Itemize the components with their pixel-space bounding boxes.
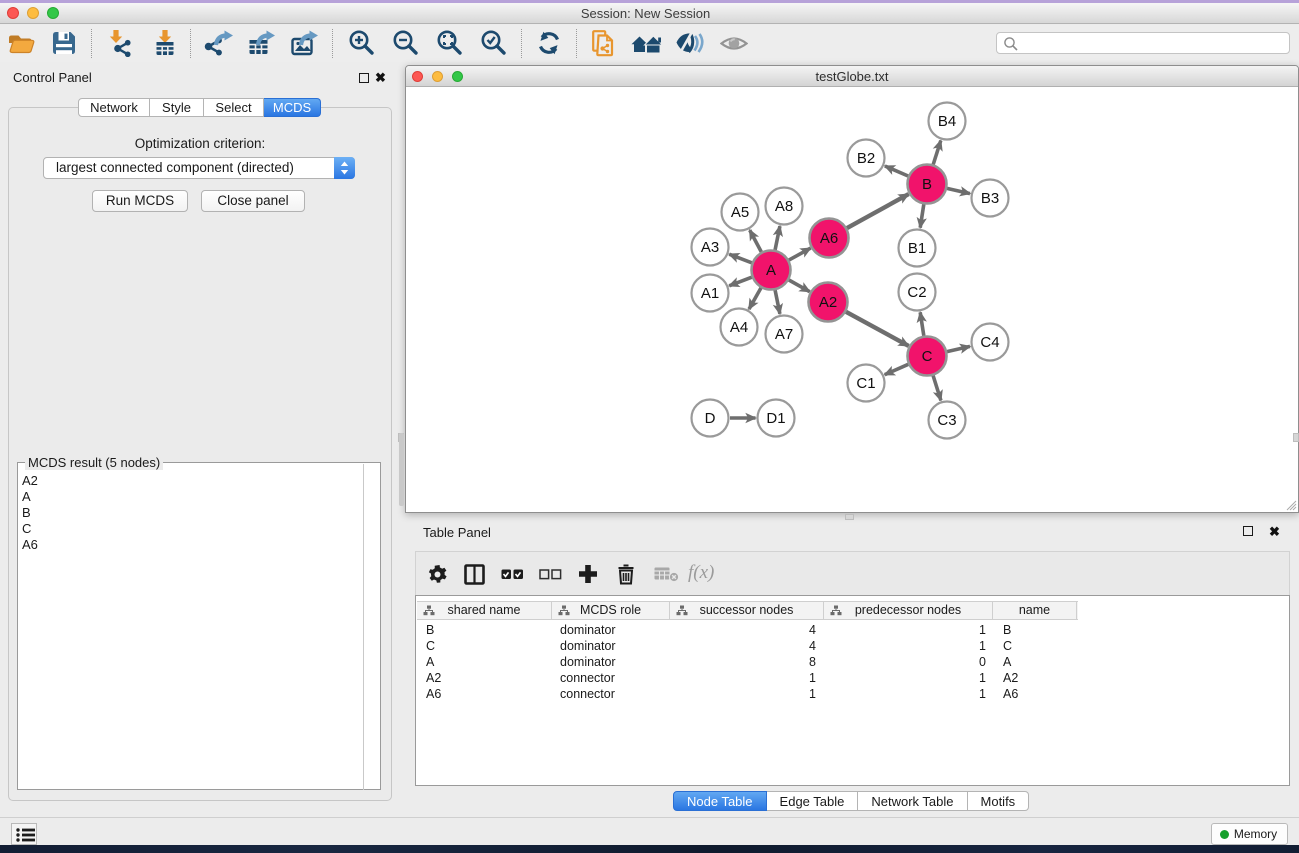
- svg-text:D1: D1: [766, 410, 785, 427]
- svg-text:C4: C4: [980, 334, 999, 351]
- svg-text:B: B: [922, 176, 932, 193]
- svg-text:A: A: [766, 262, 776, 279]
- svg-text:C1: C1: [856, 375, 875, 392]
- svg-text:A4: A4: [730, 319, 748, 336]
- svg-text:C: C: [922, 348, 933, 365]
- svg-text:A5: A5: [731, 204, 749, 221]
- svg-text:B3: B3: [981, 190, 999, 207]
- svg-text:C3: C3: [937, 412, 956, 429]
- svg-text:A3: A3: [701, 239, 719, 256]
- svg-text:A6: A6: [820, 230, 838, 247]
- svg-text:A7: A7: [775, 326, 793, 343]
- svg-text:B2: B2: [857, 150, 875, 167]
- svg-text:A8: A8: [775, 198, 793, 215]
- svg-text:C2: C2: [907, 284, 926, 301]
- svg-text:D: D: [705, 410, 716, 427]
- svg-text:B4: B4: [938, 113, 956, 130]
- svg-text:A1: A1: [701, 285, 719, 302]
- svg-text:A2: A2: [819, 294, 837, 311]
- svg-text:B1: B1: [908, 240, 926, 257]
